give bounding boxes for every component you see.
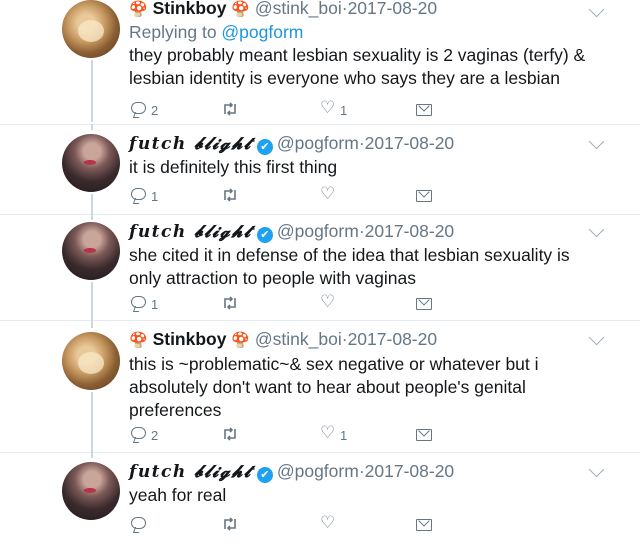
tweet-header: 🍄 Stinkboy 🍄 @stink_boi·2017-08-20 bbox=[129, 0, 600, 21]
mail-icon bbox=[416, 190, 432, 202]
tweet-header: 🍄 Stinkboy 🍄 @stink_boi·2017-08-20 bbox=[129, 328, 600, 352]
timestamp[interactable]: 2017-08-20 bbox=[348, 0, 438, 18]
retweet-icon bbox=[224, 517, 236, 531]
reply-count: 1 bbox=[151, 189, 159, 204]
heart-icon: ♡ bbox=[320, 98, 336, 117]
reply-icon bbox=[131, 188, 146, 200]
display-name[interactable]: Stinkboy bbox=[153, 0, 227, 18]
heart-icon: ♡ bbox=[320, 423, 336, 442]
thread-line bbox=[91, 60, 93, 122]
tweet-text: she cited it in defense of the idea that… bbox=[129, 245, 570, 288]
divider bbox=[0, 452, 640, 453]
tweet-thread: 🍄 Stinkboy 🍄 @stink_boi·2017-08-20 Reply… bbox=[0, 0, 640, 545]
verified-badge-icon: ✔ bbox=[256, 139, 273, 155]
mushroom-emoji-icon: 🍄 bbox=[129, 1, 148, 18]
display-name[interactable]: 𝒇𝒖𝒕𝒄𝒉 𝓫𝓵𝓲𝓰𝓱𝓽 bbox=[129, 134, 252, 154]
reply-count: 2 bbox=[151, 103, 159, 118]
avatar[interactable] bbox=[62, 332, 120, 390]
avatar[interactable] bbox=[62, 222, 120, 280]
verified-badge-icon: ✔ bbox=[256, 227, 273, 243]
tweet-header: 𝒇𝒖𝒕𝒄𝒉 𝓫𝓵𝓲𝓰𝓱𝓽 ✔ @pogform·2017-08-20 bbox=[129, 460, 600, 483]
thread-line bbox=[91, 124, 93, 130]
reply-icon bbox=[131, 427, 146, 439]
replying-to-link[interactable]: @pogform bbox=[221, 22, 303, 42]
retweet-icon bbox=[224, 102, 236, 116]
timestamp[interactable]: 2017-08-20 bbox=[348, 329, 438, 349]
mail-icon bbox=[416, 519, 432, 531]
tweet[interactable]: 𝒇𝒖𝒕𝒄𝒉 𝓫𝓵𝓲𝓰𝓱𝓽 ✔ @pogform·2017-08-20 she cit… bbox=[0, 208, 640, 326]
tweet[interactable]: 𝒇𝒖𝒕𝒄𝒉 𝓫𝓵𝓲𝓰𝓱𝓽 ✔ @pogform·2017-08-20 it is d… bbox=[0, 124, 640, 220]
thread-line bbox=[91, 450, 93, 458]
replying-to-label: Replying to bbox=[129, 22, 222, 42]
tweet-text: they probably meant lesbian sexuality is… bbox=[129, 45, 586, 88]
handle[interactable]: @stink_boi bbox=[255, 329, 342, 349]
mushroom-emoji-icon: 🍄 bbox=[231, 1, 251, 18]
tweet[interactable]: 𝒇𝒖𝒕𝒄𝒉 𝓫𝓵𝓲𝓰𝓱𝓽 ✔ @pogform·2017-08-20 yeah fo… bbox=[0, 450, 640, 545]
timestamp[interactable]: 2017-08-20 bbox=[365, 461, 455, 481]
tweet-text: this is ~problematic~& sex negative or w… bbox=[129, 354, 539, 420]
replying-to: Replying to @pogform bbox=[129, 21, 600, 43]
verified-badge-icon: ✔ bbox=[256, 467, 273, 483]
thread-line bbox=[91, 320, 93, 328]
tweet[interactable]: 🍄 Stinkboy 🍄 @stink_boi·2017-08-20 this … bbox=[0, 320, 640, 456]
display-name[interactable]: 𝒇𝒖𝒕𝒄𝒉 𝓫𝓵𝓲𝓰𝓱𝓽 bbox=[129, 222, 252, 242]
tweet-text: it is definitely this first thing bbox=[129, 157, 338, 177]
like-count: 1 bbox=[340, 103, 348, 118]
tweet-header: 𝒇𝒖𝒕𝒄𝒉 𝓫𝓵𝓲𝓰𝓱𝓽 ✔ @pogform·2017-08-20 bbox=[129, 220, 600, 243]
mushroom-emoji-icon: 🍄 bbox=[231, 332, 251, 349]
thread-line bbox=[91, 392, 93, 456]
display-name[interactable]: Stinkboy bbox=[153, 329, 227, 349]
display-name[interactable]: 𝒇𝒖𝒕𝒄𝒉 𝓫𝓵𝓲𝓰𝓱𝓽 bbox=[129, 462, 252, 482]
mail-icon bbox=[416, 298, 432, 310]
retweet-icon bbox=[224, 296, 236, 310]
handle[interactable]: @pogform bbox=[277, 133, 359, 153]
reply-icon bbox=[131, 517, 146, 529]
retweet-icon bbox=[224, 427, 236, 441]
mushroom-emoji-icon: 🍄 bbox=[129, 332, 148, 349]
timestamp[interactable]: 2017-08-20 bbox=[365, 133, 455, 153]
reply-icon bbox=[131, 296, 146, 308]
heart-icon: ♡ bbox=[320, 292, 336, 311]
timestamp[interactable]: 2017-08-20 bbox=[365, 221, 455, 241]
tweet-text: yeah for real bbox=[129, 485, 227, 505]
heart-icon: ♡ bbox=[320, 513, 336, 532]
divider bbox=[0, 124, 640, 125]
thread-line bbox=[91, 208, 93, 218]
mail-icon bbox=[416, 429, 432, 441]
reply-count: 2 bbox=[151, 428, 159, 443]
divider bbox=[0, 214, 640, 215]
heart-icon: ♡ bbox=[320, 184, 336, 203]
tweet-header: 𝒇𝒖𝒕𝒄𝒉 𝓫𝓵𝓲𝓰𝓱𝓽 ✔ @pogform·2017-08-20 bbox=[129, 132, 600, 155]
avatar[interactable] bbox=[62, 134, 120, 192]
mail-icon bbox=[416, 104, 432, 116]
reply-count: 1 bbox=[151, 297, 159, 312]
handle[interactable]: @pogform bbox=[277, 221, 359, 241]
avatar[interactable] bbox=[62, 0, 120, 58]
handle[interactable]: @pogform bbox=[277, 461, 359, 481]
retweet-icon bbox=[224, 188, 236, 202]
handle[interactable]: @stink_boi bbox=[255, 0, 342, 18]
like-count: 1 bbox=[340, 428, 348, 443]
avatar[interactable] bbox=[62, 462, 120, 520]
reply-icon bbox=[131, 102, 146, 114]
tweet[interactable]: 🍄 Stinkboy 🍄 @stink_boi·2017-08-20 Reply… bbox=[0, 0, 640, 122]
divider bbox=[0, 320, 640, 321]
